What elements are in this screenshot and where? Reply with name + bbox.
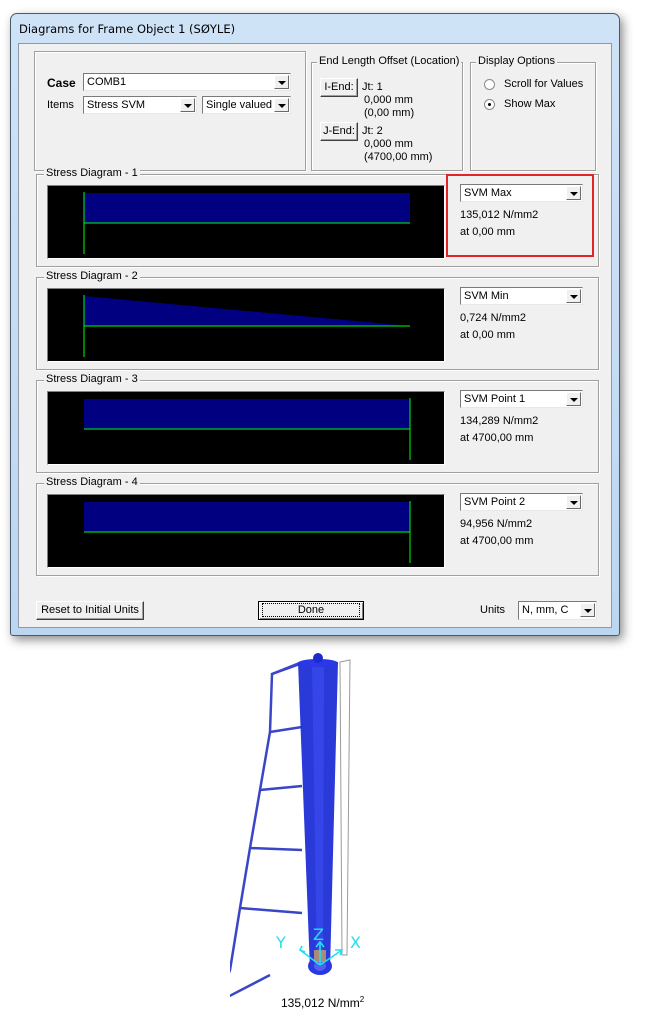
j-end-offset: 0,000 mm — [364, 138, 413, 150]
stress-diagram-plot[interactable] — [47, 185, 445, 259]
units-select-value: N, mm, C — [522, 604, 569, 616]
units-select[interactable]: N, mm, C — [518, 601, 597, 620]
show-max-label[interactable]: Show Max — [504, 98, 555, 110]
model-stress-label: 135,012 N/mm2 — [281, 995, 364, 1010]
diagram-selector-value: SVM Min — [464, 290, 509, 302]
stress-diagram-title: Stress Diagram - 3 — [44, 373, 140, 385]
scroll-for-values-radio[interactable] — [484, 79, 495, 90]
display-options-title: Display Options — [476, 55, 558, 67]
chevron-down-icon[interactable] — [566, 495, 581, 509]
stress-fill — [84, 296, 410, 326]
frame-3d-view: Z Y X — [230, 653, 361, 998]
j-end-button[interactable]: J-End: — [320, 122, 358, 141]
diagram-stress-value: 0,724 N/mm2 — [460, 312, 527, 324]
stress-diagram-group: Stress Diagram - 1 SVM Max 135,012 N/mm2… — [36, 167, 599, 267]
case-select-value: COMB1 — [87, 76, 127, 88]
scroll-for-values-label[interactable]: Scroll for Values — [504, 78, 583, 90]
stress-fill — [84, 399, 410, 429]
done-button[interactable]: Done — [258, 601, 364, 620]
chevron-down-icon[interactable] — [180, 98, 195, 112]
diagram-selector-value: SVM Point 1 — [464, 393, 526, 405]
end-length-offset-group: End Length Offset (Location) I-End: Jt: … — [311, 55, 463, 171]
diagram-stress-value: 94,956 N/mm2 — [460, 518, 533, 530]
reset-units-label: Reset to Initial Units — [41, 604, 139, 616]
stress-diagram-plot[interactable] — [47, 391, 445, 465]
model-stress-value: 135,012 N/mm — [281, 996, 360, 1010]
i-end-location: (0,00 mm) — [364, 107, 415, 119]
title-bar[interactable]: Diagrams for Frame Object 1 (SØYLE) — [11, 14, 619, 42]
j-end-location: (4700,00 mm) — [364, 151, 433, 163]
end-length-offset-title: End Length Offset (Location) — [317, 55, 462, 67]
diagram-location: at 4700,00 mm — [460, 432, 534, 444]
chevron-down-icon[interactable] — [274, 75, 289, 89]
stress-diagram-title: Stress Diagram - 1 — [44, 167, 140, 179]
i-end-offset: 0,000 mm — [364, 94, 413, 106]
done-button-label: Done — [262, 603, 360, 617]
diagram-stress-value: 134,289 N/mm2 — [460, 415, 539, 427]
chevron-down-icon[interactable] — [566, 289, 581, 303]
i-end-joint: Jt: 1 — [362, 81, 383, 93]
stress-diagram-group: Stress Diagram - 4 SVM Point 2 94,956 N/… — [36, 476, 599, 576]
diagram-selector[interactable]: SVM Min — [460, 287, 583, 305]
items-mode-select[interactable]: Single valued — [202, 96, 291, 114]
stress-diagram-title: Stress Diagram - 4 — [44, 476, 140, 488]
axis-z-label: Z — [313, 925, 324, 944]
member-outline — [339, 659, 351, 956]
axis-y-label: Y — [275, 933, 286, 952]
case-select[interactable]: COMB1 — [83, 73, 291, 91]
window-title: Diagrams for Frame Object 1 (SØYLE) — [19, 22, 236, 36]
axis-x-label: X — [350, 933, 361, 952]
units-label: Units — [480, 604, 506, 616]
diagram-location: at 0,00 mm — [460, 329, 516, 341]
stress-diagram-plot[interactable] — [47, 494, 445, 568]
highlight-box — [446, 174, 594, 257]
chevron-down-icon[interactable] — [580, 603, 595, 617]
reset-units-button[interactable]: Reset to Initial Units — [36, 601, 144, 620]
dialog-client-area: Case COMB1 Items Stress SVM Single value… — [18, 43, 612, 628]
stress-diagram-outline — [230, 660, 303, 998]
diagram-selector[interactable]: SVM Point 1 — [460, 390, 583, 408]
stress-diagram-plot[interactable] — [47, 288, 445, 362]
j-end-joint: Jt: 2 — [362, 125, 383, 137]
stress-diagram-group: Stress Diagram - 2 SVM Min 0,724 N/mm2 a… — [36, 270, 599, 370]
items-mode-value: Single valued — [206, 99, 273, 111]
stress-diagram-group: Stress Diagram - 3 SVM Point 1 134,289 N… — [36, 373, 599, 473]
stress-diagram-title: Stress Diagram - 2 — [44, 270, 140, 282]
j-end-button-label: J-End: — [323, 125, 355, 137]
top-joint — [313, 653, 323, 663]
show-max-radio[interactable] — [484, 99, 495, 110]
diagram-selector-value: SVM Point 2 — [464, 496, 526, 508]
display-options-group: Display Options Scroll for Values Show M… — [470, 55, 596, 171]
stress-fill — [84, 193, 410, 223]
items-label: Items — [47, 99, 74, 111]
items-select-value: Stress SVM — [87, 99, 146, 111]
case-label: Case — [47, 76, 76, 90]
stress-fill — [84, 502, 410, 532]
i-end-button[interactable]: I-End: — [320, 78, 358, 97]
items-select[interactable]: Stress SVM — [83, 96, 197, 114]
i-end-button-label: I-End: — [324, 81, 354, 93]
chevron-down-icon[interactable] — [566, 392, 581, 406]
chevron-down-icon[interactable] — [274, 98, 289, 112]
model-stress-exponent: 2 — [359, 995, 365, 1004]
diagrams-dialog: Diagrams for Frame Object 1 (SØYLE) Case… — [10, 13, 620, 636]
diagram-selector[interactable]: SVM Point 2 — [460, 493, 583, 511]
case-group: Case COMB1 Items Stress SVM Single value… — [34, 51, 306, 171]
diagram-location: at 4700,00 mm — [460, 535, 534, 547]
